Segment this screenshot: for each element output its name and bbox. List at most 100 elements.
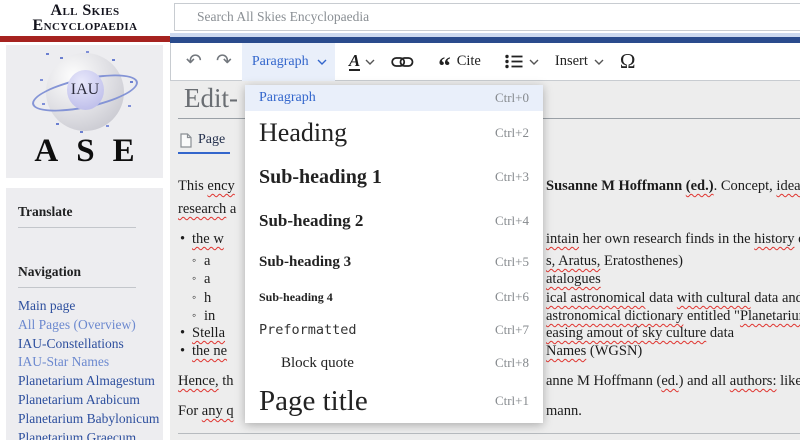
text-segment: the w [192, 231, 224, 247]
text-segment: intain [546, 231, 579, 247]
text-segment: research [178, 201, 226, 217]
line-left-fragment: the w [192, 231, 224, 248]
menu-item-label: Paragraph [259, 90, 316, 106]
search-input[interactable] [197, 9, 770, 25]
active-tab-underline [178, 152, 230, 154]
text-segment: data and the absence of a [751, 290, 800, 306]
header-red-bar [0, 36, 170, 42]
menu-item-shortcut: Ctrl+8 [495, 355, 529, 371]
menu-item-label: Sub-heading 1 [259, 166, 382, 189]
menu-item-label: Block quote [259, 355, 354, 372]
menu-item-shortcut: Ctrl+7 [495, 322, 529, 338]
cite-button[interactable]: Cite [457, 53, 481, 70]
insert-button[interactable]: Insert [555, 53, 588, 70]
text-style-button[interactable]: A [349, 52, 360, 72]
text-segment: ical astronomical [546, 290, 645, 306]
chevron-down-icon [317, 59, 327, 65]
sidebar-link-main-page[interactable]: Main page [18, 297, 163, 316]
text-segment: This [178, 178, 207, 194]
line-left-fragment: a [204, 271, 210, 288]
sidebar-menu-box: Translate Navigation Main pageAll Pages … [6, 188, 163, 440]
redo-icon[interactable]: ↷ [216, 52, 232, 71]
text-segment: Planetarium Babylonicum [740, 308, 800, 324]
line-left-fragment: h [204, 290, 211, 307]
menu-item-paragraph[interactable]: Paragraph Ctrl+0 [245, 85, 543, 111]
line-right-fragment: anne M Hoffmann (ed.) and all authors: l… [546, 373, 800, 390]
menu-item-sub-heading-4[interactable]: Sub-heading 4Ctrl+6 [245, 281, 543, 313]
text-segment: idea [776, 178, 800, 194]
logo-caption-ase: ASE [6, 133, 163, 170]
menu-item-label: Sub-heading 3 [259, 254, 351, 271]
text-segment: easing amout of sky culture [546, 325, 706, 341]
chevron-down-icon[interactable] [529, 59, 539, 65]
page-title: Edit- [184, 83, 238, 114]
menu-item-sub-heading-3[interactable]: Sub-heading 3 Ctrl+5 [245, 243, 543, 281]
sidebar-link-planetarium-babylonicum[interactable]: Planetarium Babylonicum [18, 410, 163, 429]
menu-item-sub-heading-2[interactable]: Sub-heading 2Ctrl+4 [245, 199, 543, 243]
undo-icon[interactable]: ↶ [186, 52, 202, 71]
special-character-button[interactable]: Ω [620, 49, 636, 74]
text-segment: ) and all [679, 373, 730, 389]
text-segment: a [226, 201, 236, 217]
line-right-fragment: mann. [546, 403, 582, 420]
text-segment: a [204, 253, 210, 269]
menu-item-page-title[interactable]: Page titleCtrl+1 [245, 379, 543, 423]
sidebar-link-all-pages-overview[interactable]: All Pages (Overview) [18, 316, 163, 335]
list-icon[interactable] [505, 54, 523, 69]
chevron-down-icon[interactable] [365, 59, 375, 65]
tab-page-label: Page [198, 132, 225, 148]
navigation-links: Main pageAll Pages (Overview)IAU-Constel… [18, 297, 163, 440]
menu-item-shortcut: Ctrl+2 [495, 125, 529, 141]
text-segment: ed. [661, 373, 678, 389]
search-box[interactable] [174, 3, 800, 31]
sub-bullet-marker: ◦ [192, 290, 196, 305]
site-title-line2: Encyclopaedia [0, 18, 170, 33]
text-segment: Eratosthenes) [600, 253, 683, 269]
line-left-fragment: Stella [192, 325, 225, 342]
text-segment: mann. [546, 403, 582, 419]
menu-item-shortcut: Ctrl+0 [495, 90, 529, 106]
chevron-down-icon[interactable] [594, 59, 604, 65]
sidebar-link-iau-constellations[interactable]: IAU-Constellations [18, 335, 163, 354]
text-segment: entitled " [683, 308, 740, 324]
sidebar: IAU ASE Translate Navigation Main pageAl… [0, 43, 170, 440]
text-segment: the ne [192, 343, 227, 359]
iau-globe-logo[interactable]: IAU [46, 53, 124, 131]
text-segment: data [706, 325, 734, 341]
site-title[interactable]: All Skies Encyclopaedia [0, 0, 170, 33]
menu-item-shortcut: Ctrl+6 [495, 289, 529, 305]
menu-item-block-quote[interactable]: Block quote Ctrl+8 [245, 347, 543, 379]
paragraph-format-label: Paragraph [252, 54, 309, 70]
menu-item-shortcut: Ctrl+3 [495, 169, 529, 185]
line-right-fragment: astronomical dictionary entitled "Planet… [546, 308, 800, 325]
sidebar-link-planetarium-arabicum[interactable]: Planetarium Arabicum [18, 391, 163, 410]
line-left-fragment: a [204, 253, 210, 270]
sub-bullet-marker: ◦ [192, 253, 196, 268]
sidebar-link-planetarium-graecum[interactable]: Planetarium Graecum [18, 429, 163, 440]
bullet-marker: • [180, 343, 185, 360]
sidebar-link-planetarium-almagestum[interactable]: Planetarium Almagestum [18, 372, 163, 391]
sidebar-section-navigation: Navigation [18, 264, 136, 288]
line-left-fragment: the ne [192, 343, 227, 360]
menu-item-shortcut: Ctrl+5 [495, 254, 529, 270]
menu-item-heading[interactable]: HeadingCtrl+2 [245, 111, 543, 155]
paragraph-format-menu: ParagraphCtrl+0HeadingCtrl+2Sub-heading … [245, 85, 543, 423]
menu-item-shortcut: Ctrl+4 [495, 213, 529, 229]
tab-page[interactable]: Page [180, 132, 225, 148]
text-segment: atalogues [546, 271, 601, 287]
text-segment: like [776, 373, 800, 389]
line-right-fragment: s, Aratus, Eratosthenes) [546, 253, 683, 270]
menu-item-sub-heading-1[interactable]: Sub-heading 1 Ctrl+3 [245, 155, 543, 199]
text-segment: Susanne M Hoffmann [546, 178, 686, 194]
text-segment: (ed.) [686, 178, 714, 194]
menu-item-label: Preformatted [259, 322, 357, 338]
menu-item-preformatted[interactable]: Preformatted Ctrl+7 [245, 313, 543, 347]
menu-item-shortcut: Ctrl+1 [495, 393, 529, 409]
sidebar-link-iau-star-names[interactable]: IAU-Star Names [18, 353, 163, 372]
site-title-line1: All Skies [0, 3, 170, 18]
text-segment: data [645, 290, 676, 306]
paragraph-format-button[interactable]: Paragraph [242, 43, 335, 81]
text-segment: Hence, [178, 373, 219, 389]
link-icon[interactable] [391, 56, 414, 68]
line-right-fragment: intain her own research finds in the his… [546, 231, 800, 248]
